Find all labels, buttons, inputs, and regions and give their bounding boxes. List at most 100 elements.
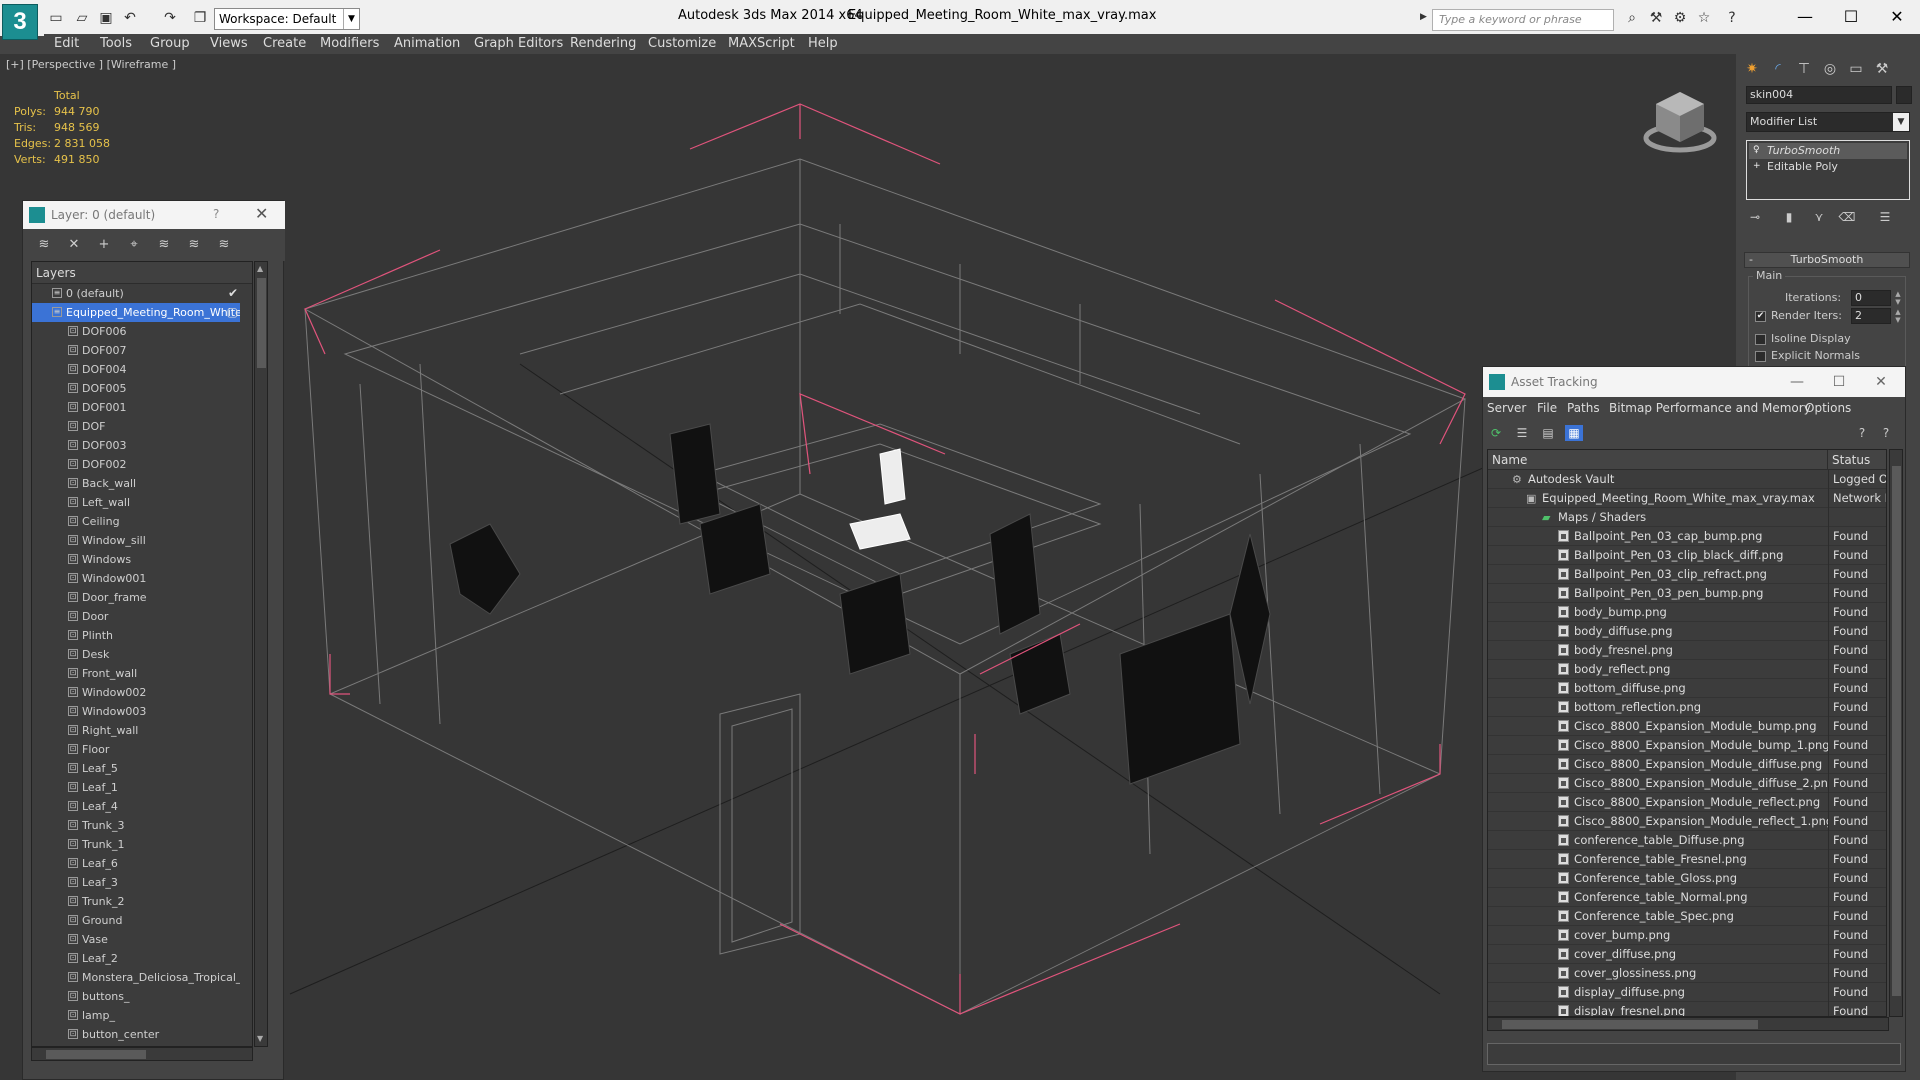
help-icon[interactable]: ?	[1724, 10, 1740, 26]
asset-row[interactable]: cover_diffuse.png Found	[1488, 945, 1886, 964]
asset-row[interactable]: body_fresnel.png Found	[1488, 641, 1886, 660]
layer-horizontal-scrollbar[interactable]	[31, 1047, 253, 1061]
refresh-icon[interactable]: ⟳	[1487, 425, 1505, 441]
close-button[interactable]: ✕	[1861, 371, 1901, 393]
layer-object-row[interactable]: ⊡ Window_sill	[32, 531, 240, 550]
menu-create[interactable]: Create	[263, 36, 306, 52]
asset-row[interactable]: cover_bump.png Found	[1488, 926, 1886, 945]
menu-maxscript[interactable]: MAXScript	[728, 36, 795, 52]
menu-edit[interactable]: Edit	[54, 36, 79, 52]
pin-stack-icon[interactable]: ⊸	[1746, 208, 1764, 226]
asset-horizontal-scrollbar[interactable]	[1487, 1017, 1889, 1031]
layer-object-row[interactable]: ⊡ Trunk_2	[32, 892, 240, 911]
layer-object-row[interactable]: ⊡ Leaf_5	[32, 759, 240, 778]
asset-row[interactable]: Cisco_8800_Expansion_Module_reflect_1.pn…	[1488, 812, 1886, 831]
menu-group[interactable]: Group	[150, 36, 190, 52]
object-name-field[interactable]: skin004	[1746, 86, 1892, 104]
layer-object-row[interactable]: ⊡ Vase	[32, 930, 240, 949]
layer-object-row[interactable]: ⊡ DOF004	[32, 360, 240, 379]
create-tab-icon[interactable]: ✷	[1740, 58, 1764, 80]
layer-object-row[interactable]: ⊡ Window002	[32, 683, 240, 702]
motion-tab-icon[interactable]: ◎	[1818, 58, 1842, 80]
asset-dialog-titlebar[interactable]: Asset Tracking — ☐ ✕	[1483, 367, 1905, 397]
asset-row[interactable]: Cisco_8800_Expansion_Module_bump.png Foun…	[1488, 717, 1886, 736]
menu-animation[interactable]: Animation	[394, 36, 460, 52]
spinner-arrows-icon[interactable]: ▲ ▼	[1893, 308, 1903, 324]
asset-row[interactable]: ▣ Equipped_Meeting_Room_White_max_vray.ma…	[1488, 489, 1886, 508]
asset-row[interactable]: body_diffuse.png Found	[1488, 622, 1886, 641]
maximize-button[interactable]: ☐	[1819, 371, 1859, 393]
help-icon[interactable]: ?	[213, 207, 219, 221]
layer-object-row[interactable]: ⊡ DOF	[32, 417, 240, 436]
layer-object-row[interactable]: ⊡ DOF007	[32, 341, 240, 360]
layer-object-row[interactable]: ⊡ Left_wall	[32, 493, 240, 512]
asset-row[interactable]: conference_table_Diffuse.png Found	[1488, 831, 1886, 850]
make-unique-icon[interactable]: ⋎	[1810, 208, 1828, 226]
expand-plus-icon[interactable]: +	[1753, 161, 1763, 171]
layer-object-row[interactable]: ⊡ Desk	[32, 645, 240, 664]
hierarchy-tab-icon[interactable]: ⊤	[1792, 58, 1816, 80]
layer-row-equipped-meeting-room[interactable]: ≡ Equipped_Meeting_Room_White ▢	[32, 303, 240, 322]
layer-object-row[interactable]: ⊡ Ground	[32, 911, 240, 930]
asset-row[interactable]: Ballpoint_Pen_03_clip_refract.png Found	[1488, 565, 1886, 584]
layer-object-row[interactable]: ⊡ buttons_	[32, 987, 240, 1006]
viewport-label[interactable]: [+] [Perspective ] [Wireframe ]	[6, 58, 176, 71]
asset-row[interactable]: Conference_table_Normal.png Found	[1488, 888, 1886, 907]
asset-row[interactable]: ⚙ Autodesk Vault Logged Out	[1488, 470, 1886, 489]
column-header-name[interactable]: Name	[1488, 450, 1828, 470]
modifier-list-dropdown[interactable]: Modifier List ▼	[1746, 112, 1910, 132]
close-button[interactable]: ✕	[1874, 4, 1920, 30]
layer-object-row[interactable]: ⊡ DOF002	[32, 455, 240, 474]
layer-object-row[interactable]: ⊡ lamp_	[32, 1006, 240, 1025]
scroll-thumb[interactable]	[257, 278, 266, 368]
layer-object-row[interactable]: ⊡ Window003	[32, 702, 240, 721]
configure-modifier-sets-icon[interactable]: ☰	[1876, 208, 1894, 226]
close-icon[interactable]: ✕	[255, 204, 268, 223]
layer-vertical-scrollbar[interactable]: ▲ ▼	[254, 261, 268, 1047]
save-icon[interactable]: ▣	[98, 10, 114, 26]
minimize-button[interactable]: —	[1782, 4, 1828, 30]
render-iters-spinner[interactable]: 2	[1851, 308, 1891, 324]
layer-object-row[interactable]: ⊡ Back_wall	[32, 474, 240, 493]
render-iters-checkbox[interactable]: ✔	[1755, 311, 1766, 322]
layer-object-row[interactable]: ⊡ Door_frame	[32, 588, 240, 607]
isoline-display-checkbox[interactable]	[1755, 334, 1766, 345]
menu-views[interactable]: Views	[210, 36, 248, 52]
menu-options[interactable]: Options	[1805, 401, 1851, 415]
favorites-star-icon[interactable]: ☆	[1696, 10, 1712, 26]
menu-paths[interactable]: Paths	[1567, 401, 1600, 415]
menu-graph-editors[interactable]: Graph Editors	[474, 36, 563, 52]
subscription-icon[interactable]: ⚒	[1648, 10, 1664, 26]
maximize-button[interactable]: ☐	[1828, 4, 1874, 30]
menu-tools[interactable]: Tools	[100, 36, 132, 52]
scroll-thumb[interactable]	[46, 1050, 146, 1059]
modify-tab-icon[interactable]: ◜	[1766, 58, 1790, 80]
open-file-icon[interactable]: ▱	[74, 10, 90, 26]
context-help-icon[interactable]: ?	[1877, 425, 1895, 441]
scroll-thumb[interactable]	[1502, 1020, 1758, 1029]
select-objects-icon[interactable]: ⌖	[125, 237, 143, 253]
layer-object-row[interactable]: ⊡ Trunk_1	[32, 835, 240, 854]
asset-row[interactable]: Ballpoint_Pen_03_pen_bump.png Found	[1488, 584, 1886, 603]
scroll-thumb[interactable]	[1892, 466, 1901, 996]
menu-help[interactable]: Help	[808, 36, 838, 52]
asset-row[interactable]: body_reflect.png Found	[1488, 660, 1886, 679]
asset-row[interactable]: bottom_reflection.png Found	[1488, 698, 1886, 717]
menu-modifiers[interactable]: Modifiers	[320, 36, 379, 52]
project-folder-icon[interactable]: ❐	[192, 10, 208, 26]
asset-row[interactable]: body_bump.png Found	[1488, 603, 1886, 622]
layer-object-row[interactable]: ⊡ Leaf_4	[32, 797, 240, 816]
add-to-layer-icon[interactable]: +	[95, 237, 113, 253]
layer-object-row[interactable]: ⊡ Leaf_2	[32, 949, 240, 968]
iterations-spinner[interactable]: 0	[1851, 290, 1891, 306]
object-color-swatch[interactable]	[1896, 86, 1912, 104]
layer-object-row[interactable]: ⊡ Front_wall	[32, 664, 240, 683]
asset-row[interactable]: Conference_table_Fresnel.png Found	[1488, 850, 1886, 869]
layers-column-header[interactable]: Layers	[32, 262, 252, 284]
show-end-result-icon[interactable]: ▮	[1780, 208, 1798, 226]
layer-object-row[interactable]: ⊡ button_center	[32, 1025, 240, 1044]
lightbulb-icon[interactable]: ♀	[1753, 145, 1763, 155]
layer-object-row[interactable]: ⊡ Floor	[32, 740, 240, 759]
layer-object-row[interactable]: ⊡ Leaf_6	[32, 854, 240, 873]
workspace-select[interactable]: Workspace: Default ▼	[214, 8, 360, 30]
